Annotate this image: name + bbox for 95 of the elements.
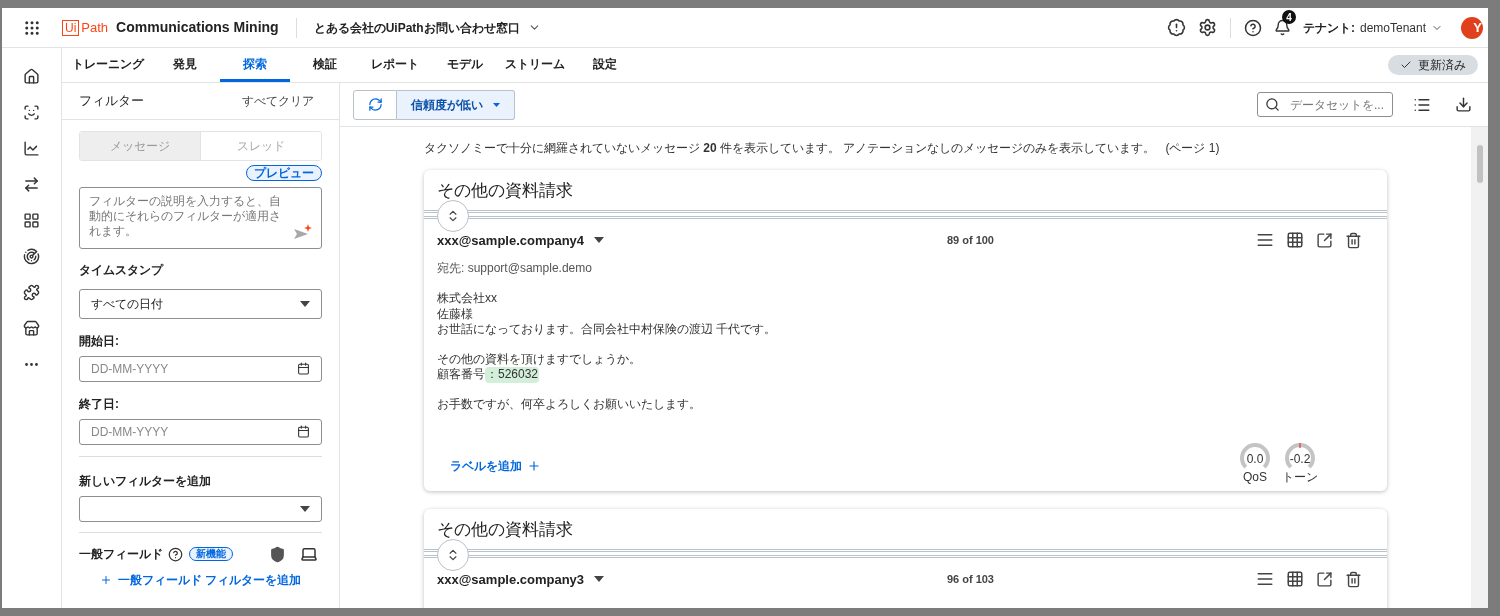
page-indicator: (ページ 1) xyxy=(1165,140,1220,157)
expand-button[interactable] xyxy=(437,538,469,571)
end-date-label: 終了日: xyxy=(79,396,120,413)
calendar-icon[interactable] xyxy=(297,362,310,375)
help-icon[interactable] xyxy=(1243,18,1262,37)
results-summary: タクソノミーで十分に網羅されていないメッセージ 20 件を表示しています。 アノテーションなしのメッセージのみを表示しています。 xyxy=(424,140,1156,157)
nav-tab[interactable]: レポート xyxy=(360,48,430,82)
end-date-field[interactable]: DD-MM-YYYY xyxy=(79,419,322,445)
nav-tab[interactable]: 発見 xyxy=(150,48,220,82)
gauge-label: トーン xyxy=(1282,470,1318,485)
caret-icon xyxy=(594,576,605,583)
new-filter-label: 新しいフィルターを追加 xyxy=(79,473,212,490)
nav-tab[interactable]: 設定 xyxy=(570,48,640,82)
preview-badge: プレビュー xyxy=(246,165,322,181)
filter-description-field[interactable]: フィルターの説明を入力すると、自動的にそれらのフィルターが適用されます。 xyxy=(79,187,322,249)
download-icon[interactable] xyxy=(1455,96,1472,113)
add-label-link[interactable]: ラベルを追加 xyxy=(450,457,541,475)
caret-icon xyxy=(300,301,310,307)
body-text: 株式会社xx xyxy=(437,291,497,307)
arrows-icon[interactable] xyxy=(23,176,40,193)
start-date-field[interactable]: DD-MM-YYYY xyxy=(79,356,322,382)
message-count: 89 of 100 xyxy=(946,233,994,248)
recipient: 宛先: support@sample.demo xyxy=(437,261,592,275)
refresh-button[interactable] xyxy=(353,89,397,120)
status-chip: 更新済み xyxy=(1388,55,1478,75)
nav-tab[interactable]: トレーニング xyxy=(66,48,150,82)
nav-tab[interactable]: モデル xyxy=(430,48,500,82)
grid-icon[interactable] xyxy=(23,212,40,229)
gauge-value: 0.0 xyxy=(1246,453,1264,465)
refresh-icon xyxy=(367,97,383,112)
message-count: 96 of 103 xyxy=(946,572,994,587)
notification-icon[interactable] xyxy=(1273,19,1291,36)
dataset-selector[interactable]: とある会社のUiPathお問い合わせ窓口 xyxy=(313,18,541,37)
card-title: その他の資料請求 xyxy=(437,520,573,539)
search-icon xyxy=(1265,96,1280,112)
apps-grid-icon[interactable] xyxy=(23,18,41,37)
notification-badge: 4 xyxy=(1281,10,1296,24)
laptop-icon[interactable] xyxy=(300,545,318,563)
external-link-icon[interactable] xyxy=(1316,570,1333,588)
filter-chip[interactable]: 信頼度が低い xyxy=(397,89,515,120)
avatar[interactable]: Y xyxy=(1461,16,1483,39)
line-chart-icon[interactable] xyxy=(23,140,40,157)
nav-tab[interactable]: 検証 xyxy=(290,48,360,82)
calendar-icon[interactable] xyxy=(297,425,310,438)
plus-icon xyxy=(527,459,541,473)
search-field[interactable]: データセットを... xyxy=(1257,92,1393,118)
filter-title: フィルター xyxy=(79,92,144,111)
tenant-label: テナント: xyxy=(1302,19,1355,37)
nav-tab[interactable]: ストリーム xyxy=(500,48,570,82)
settings-icon[interactable] xyxy=(1197,18,1217,37)
body-text: お手数ですが、何卒よろしくお願いいたします。 xyxy=(437,396,701,412)
body-text: 佐藤様 xyxy=(437,306,473,322)
external-link-icon[interactable] xyxy=(1316,231,1333,249)
gauge-icon xyxy=(1284,442,1316,470)
gauge-label: QoS xyxy=(1243,470,1267,485)
scan-icon[interactable] xyxy=(23,104,40,121)
home-icon[interactable] xyxy=(23,68,40,85)
expand-button[interactable] xyxy=(437,199,469,232)
nav-tab[interactable]: 探索 xyxy=(220,48,290,82)
alert-badge-icon[interactable] xyxy=(1166,18,1186,37)
scrollbar[interactable] xyxy=(1471,127,1488,608)
caret-icon xyxy=(594,237,605,244)
uipath-logo: Ui Path xyxy=(62,17,109,38)
gauge-value: -0.2 xyxy=(1289,453,1311,465)
clear-all-button[interactable]: すべてクリア xyxy=(242,92,314,110)
caret-icon xyxy=(300,506,310,512)
product-name: Communications Mining xyxy=(116,18,279,37)
check-icon xyxy=(1400,59,1412,71)
radar-icon[interactable] xyxy=(23,248,40,265)
add-general-field-link[interactable]: 一般フィールド フィルターを追加 xyxy=(99,571,302,589)
sender-dropdown[interactable]: xxx@sample.company3 xyxy=(437,569,605,589)
tenant-selector[interactable]: demoTenant xyxy=(1359,18,1443,37)
body-text: その他の資料を頂けますでしょうか。 xyxy=(437,351,641,367)
sender-dropdown[interactable]: xxx@sample.company4 xyxy=(437,230,605,250)
plus-icon xyxy=(99,574,112,586)
highlighted-entity: ：526032 xyxy=(485,367,540,383)
timestamp-select[interactable]: すべての日付 xyxy=(79,289,322,319)
new-badge: 新機能 xyxy=(189,547,233,561)
delete-icon[interactable] xyxy=(1345,570,1362,588)
caret-icon xyxy=(493,102,500,107)
body-text: 顧客番号 xyxy=(437,367,485,383)
card-title: その他の資料請求 xyxy=(437,181,573,200)
gauge-icon xyxy=(1239,442,1271,470)
delete-icon[interactable] xyxy=(1345,231,1362,249)
puzzle-icon[interactable] xyxy=(23,284,40,301)
timestamp-label: タイムスタンプ xyxy=(79,262,165,279)
help-icon[interactable] xyxy=(168,546,183,562)
general-fields-label: 一般フィールド xyxy=(79,546,163,563)
table-icon[interactable] xyxy=(1286,570,1304,589)
start-date-label: 開始日: xyxy=(79,333,120,350)
table-icon[interactable] xyxy=(1286,231,1304,250)
sparkle-send-icon[interactable] xyxy=(294,224,312,240)
store-icon[interactable] xyxy=(23,320,40,337)
body-text: お世話になっております。合同会社中村保険の渡辺 千代です。 xyxy=(437,322,777,338)
new-filter-select[interactable] xyxy=(79,496,322,522)
